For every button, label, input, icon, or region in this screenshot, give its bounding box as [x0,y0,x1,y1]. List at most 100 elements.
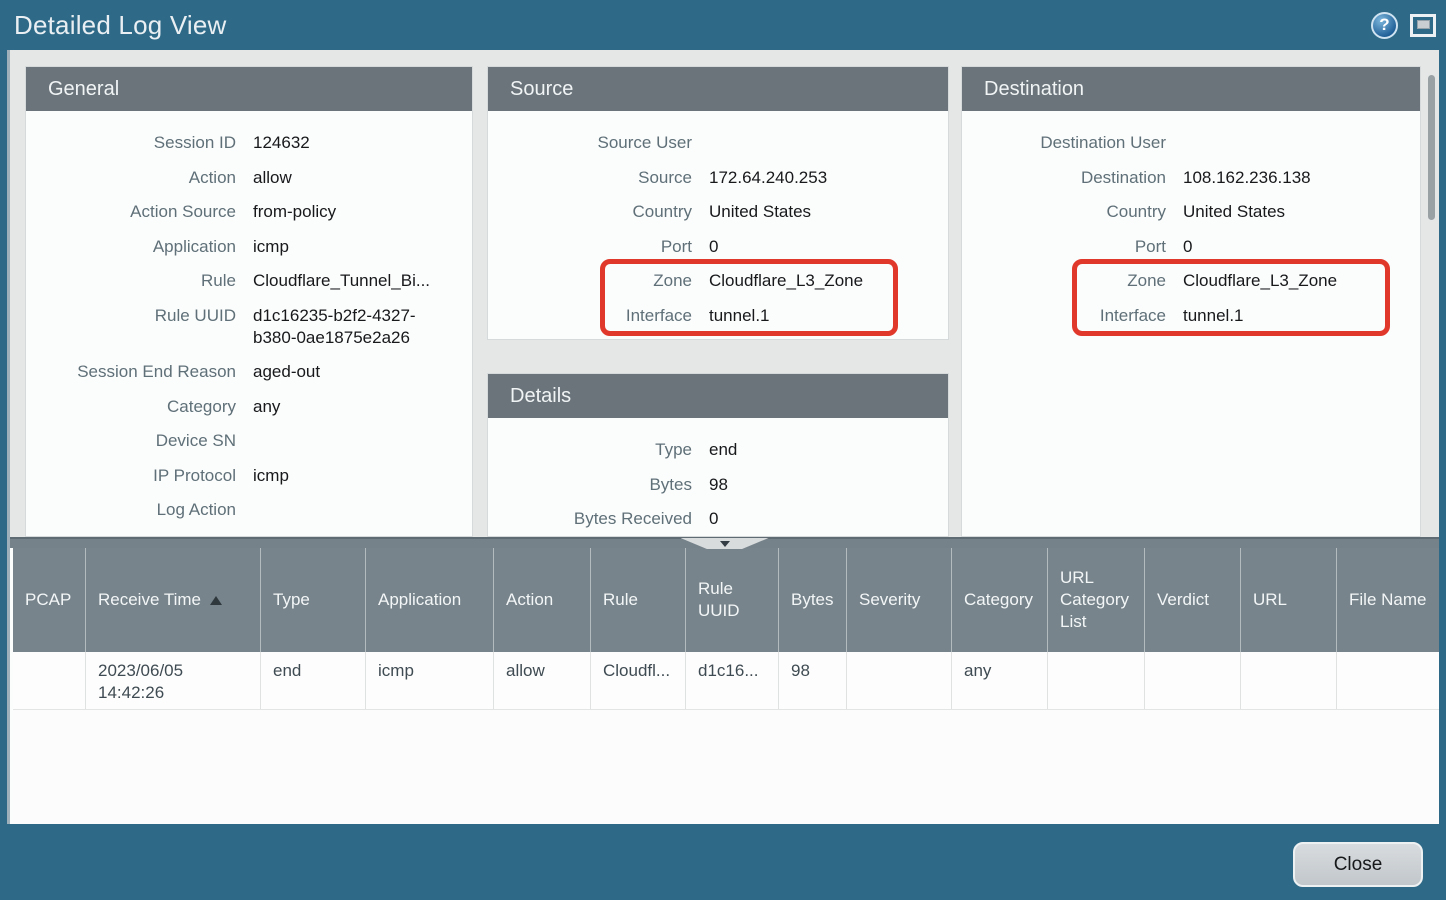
field-label: Bytes [488,474,692,496]
section-splitter [10,537,1439,548]
column-label: Action [506,589,553,611]
field-port: Port0 [488,236,948,271]
source-panel-header: Source [488,67,948,111]
column-header-receive-time[interactable]: Receive Time [85,548,260,652]
column-header-url-category-list[interactable]: URL Category List [1047,548,1144,652]
field-label: Port [488,236,692,258]
field-label: Session ID [26,132,236,154]
column-label: Type [273,589,310,611]
field-value: Cloudflare_L3_Zone [692,270,948,292]
field-device-sn: Device SN [26,430,472,465]
field-value: icmp [236,236,472,258]
field-rule-uuid: Rule UUIDd1c16235-b2f2-4327-b380-0ae1875… [26,305,472,362]
collapse-handle[interactable] [681,538,769,549]
restore-window-pane [1417,20,1430,29]
field-source: Source172.64.240.253 [488,167,948,202]
column-label: Receive Time [98,589,201,611]
log-table-empty-area [13,710,1439,824]
field-value: allow [236,167,472,189]
field-interface: Interfacetunnel.1 [488,305,948,340]
field-category: Categoryany [26,396,472,431]
column-label: Verdict [1157,589,1209,611]
field-label: Type [488,439,692,461]
column-header-file-name[interactable]: File Name [1336,548,1439,652]
cell-category: any [951,652,1047,709]
column-header-rule[interactable]: Rule [590,548,685,652]
field-value: from-policy [236,201,472,223]
column-header-url[interactable]: URL [1240,548,1336,652]
field-value [236,430,472,452]
field-value: 0 [1166,236,1420,258]
field-value: tunnel.1 [692,305,948,327]
column-label: Application [378,589,461,611]
field-rule: RuleCloudflare_Tunnel_Bi... [26,270,472,305]
field-label: Destination [962,167,1166,189]
field-action: Actionallow [26,167,472,202]
column-label: URL Category List [1060,567,1138,633]
field-value: Cloudflare_L3_Zone [1166,270,1420,292]
log-detail-section: General Session ID124632 Actionallow Act… [10,50,1439,537]
cell-type: end [260,652,365,709]
field-value: icmp [236,465,472,487]
field-value: 0 [692,236,948,258]
field-label: Interface [962,305,1166,327]
titlebar-icons: ? [1371,12,1446,39]
field-label: Zone [962,270,1166,292]
cell-file-name [1336,652,1439,709]
log-table-row[interactable]: 2023/06/05 14:42:26 end icmp allow Cloud… [13,652,1439,710]
cell-url-category-list [1047,652,1144,709]
column-header-verdict[interactable]: Verdict [1144,548,1240,652]
column-header-rule-uuid[interactable]: Rule UUID [685,548,778,652]
field-label: Rule UUID [26,305,236,349]
vertical-scrollbar-thumb[interactable] [1428,75,1435,220]
details-panel-header: Details [488,374,948,418]
field-value: tunnel.1 [1166,305,1420,327]
cell-receive-time: 2023/06/05 14:42:26 [85,652,260,709]
column-header-severity[interactable]: Severity [846,548,951,652]
field-label: Action Source [26,201,236,223]
field-label: Source User [488,132,692,154]
column-header-application[interactable]: Application [365,548,493,652]
restore-window-icon[interactable] [1410,14,1436,37]
field-destination: Destination108.162.236.138 [962,167,1420,202]
column-label: Category [964,589,1033,611]
column-label: Rule [603,589,638,611]
destination-panel: Destination Destination User Destination… [961,66,1421,537]
column-label: Rule UUID [698,578,772,622]
field-value: United States [692,201,948,223]
field-value: United States [1166,201,1420,223]
field-zone: ZoneCloudflare_L3_Zone [962,270,1420,305]
column-label: URL [1253,589,1287,611]
help-icon[interactable]: ? [1371,12,1398,39]
field-label: IP Protocol [26,465,236,487]
field-value: 98 [692,474,948,496]
field-value: d1c16235-b2f2-4327-b380-0ae1875e2a26 [236,305,472,349]
column-header-category[interactable]: Category [951,548,1047,652]
column-header-action[interactable]: Action [493,548,590,652]
field-session-id: Session ID124632 [26,132,472,167]
field-value: 124632 [236,132,472,154]
field-label: Source [488,167,692,189]
sort-ascending-icon [210,596,222,605]
field-label: Country [488,201,692,223]
field-application: Applicationicmp [26,236,472,271]
field-label: Zone [488,270,692,292]
cell-severity [846,652,951,709]
field-label: Session End Reason [26,361,236,383]
column-header-pcap[interactable]: PCAP [13,548,85,652]
field-label: Country [962,201,1166,223]
column-header-bytes[interactable]: Bytes [778,548,846,652]
field-label: Bytes Received [488,508,692,530]
close-button[interactable]: Close [1293,842,1423,887]
field-value: any [236,396,472,418]
field-destination-user: Destination User [962,132,1420,167]
field-label: Port [962,236,1166,258]
cell-verdict [1144,652,1240,709]
field-source-user: Source User [488,132,948,167]
source-panel-body: Source User Source172.64.240.253 Country… [488,111,948,339]
chevron-down-icon [720,541,730,547]
destination-panel-body: Destination User Destination108.162.236.… [962,111,1420,339]
field-label: Destination User [962,132,1166,154]
column-header-type[interactable]: Type [260,548,365,652]
field-session-end-reason: Session End Reasonaged-out [26,361,472,396]
